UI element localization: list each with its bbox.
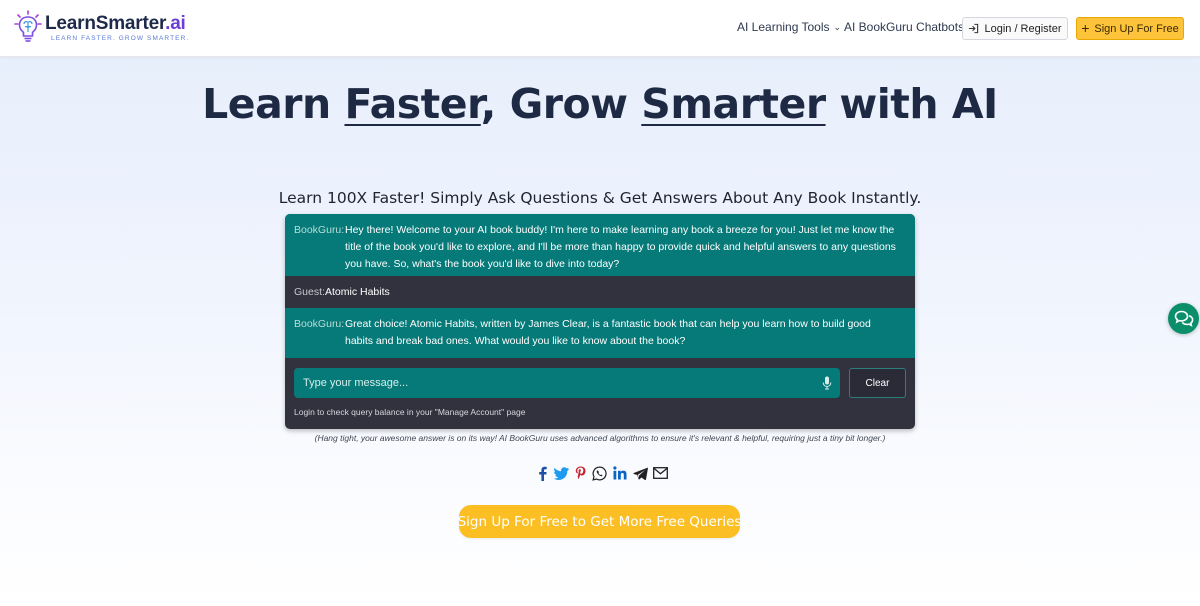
brand-tagline: LEARN FASTER. GROW SMARTER. — [51, 35, 190, 42]
message-text: Great choice! Atomic Habits, written by … — [345, 318, 871, 347]
share-icons — [534, 465, 674, 481]
clear-button[interactable]: Clear — [849, 368, 906, 398]
signup-button[interactable]: + Sign Up For Free — [1076, 17, 1184, 40]
telegram-icon[interactable] — [632, 465, 648, 481]
message-speaker: BookGuru: — [294, 224, 345, 236]
site-header: LearnSmarter.ai LEARN FASTER. GROW SMART… — [0, 0, 1200, 57]
microphone-icon[interactable] — [822, 376, 832, 390]
chat-message-guest: Guest: Atomic Habits — [285, 276, 915, 308]
nav-ai-learning-tools[interactable]: AI Learning Tools ⌄ — [737, 20, 841, 34]
plus-icon: + — [1081, 20, 1090, 36]
pinterest-icon[interactable] — [572, 465, 588, 481]
hero-subtitle: Learn 100X Faster! Simply Ask Questions … — [278, 189, 922, 207]
chat-bubbles-icon — [1174, 310, 1193, 327]
message-input-container — [294, 368, 840, 398]
cta-signup-free-queries-button[interactable]: Sign Up For Free to Get More Free Querie… — [458, 505, 741, 538]
linkedin-icon[interactable] — [612, 465, 628, 481]
brand-logo[interactable]: LearnSmarter.ai LEARN FASTER. GROW SMART… — [14, 10, 214, 48]
query-balance-note: Login to check query balance in your "Ma… — [294, 407, 526, 417]
login-register-button[interactable]: Login / Register — [962, 17, 1068, 40]
brand-name: LearnSmarter.ai — [45, 13, 186, 34]
chevron-down-icon: ⌄ — [833, 22, 842, 32]
floating-chat-button[interactable] — [1168, 303, 1199, 334]
hero-title: Learn Faster, Grow Smarter with AI — [202, 80, 998, 128]
twitter-icon[interactable] — [553, 465, 569, 481]
message-text: Atomic Habits — [325, 286, 390, 298]
whatsapp-icon[interactable] — [591, 465, 607, 481]
facebook-icon[interactable] — [534, 465, 550, 481]
loading-notice: (Hang tight, your awesome answer is on i… — [314, 433, 886, 443]
nav-ai-bookguru-chatbots[interactable]: AI BookGuru Chatbots — [844, 20, 964, 34]
lightbulb-brain-icon — [14, 10, 42, 42]
message-input[interactable] — [294, 368, 814, 398]
message-text: Hey there! Welcome to your AI book buddy… — [345, 224, 896, 270]
message-speaker: Guest: — [294, 286, 325, 298]
chat-message-bot: BookGuru: Great choice! Atomic Habits, w… — [285, 308, 915, 358]
email-icon[interactable] — [652, 465, 668, 481]
chat-message-bot: BookGuru: Hey there! Welcome to your AI … — [285, 214, 915, 276]
login-icon — [969, 23, 979, 34]
message-speaker: BookGuru: — [294, 318, 345, 330]
chat-widget: BookGuru: Hey there! Welcome to your AI … — [285, 214, 915, 429]
